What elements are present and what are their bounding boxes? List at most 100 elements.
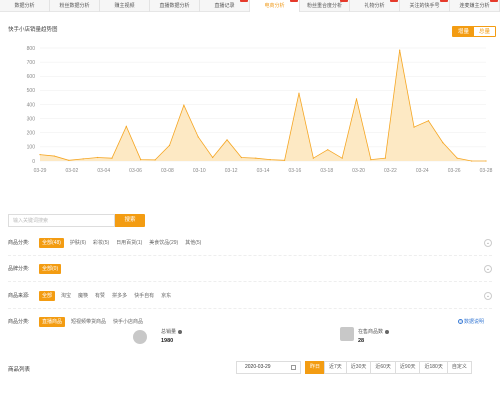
on-sale-value: 28: [358, 338, 365, 344]
data-explanation-link[interactable]: ? 数据说明: [457, 316, 484, 328]
filter-option-type[interactable]: 直播商品: [39, 317, 66, 327]
tab-4[interactable]: 直播记录: [200, 0, 250, 12]
filter-option-category[interactable]: 护肤(6): [69, 238, 87, 248]
tab-label: 赚主视频: [114, 3, 135, 9]
expand-source-icon[interactable]: ⌄: [484, 292, 492, 300]
filter-row-type: 商品分类: 直播商品 短视频带货商品 快手小店商品 ? 数据说明: [8, 316, 492, 328]
x-tick-label: 03-08: [161, 168, 174, 174]
info-icon[interactable]: [385, 329, 390, 334]
sales-point: [485, 160, 487, 162]
range-option[interactable]: 昨日: [305, 361, 326, 374]
total-sales-text: 总销量: [161, 329, 177, 335]
date-picker[interactable]: 2020-03-29: [236, 361, 301, 374]
sales-point: [427, 120, 430, 122]
filter-option-category[interactable]: 彩妆(5): [92, 238, 110, 248]
filter-options-source: 全部 淘宝 魔筷 有赞 拼多多 快手自有 京东: [39, 290, 172, 302]
expand-brand-icon[interactable]: ⌄: [484, 265, 492, 273]
product-icon: [340, 327, 354, 341]
x-tick-label: 03-06: [129, 168, 142, 174]
filter-option-category[interactable]: 全部(48): [39, 238, 64, 248]
x-tick-label: 03-22: [384, 168, 397, 174]
x-tick-label: 03-24: [416, 168, 429, 174]
data-explanation-label: 数据说明: [463, 319, 484, 325]
sales-point: [125, 125, 127, 127]
filter-option-source[interactable]: 淘宝: [60, 291, 72, 301]
y-tick-label: 100: [27, 145, 36, 151]
hot-badge: [440, 0, 448, 2]
range-option[interactable]: 自定义: [446, 361, 472, 374]
calendar-icon: [291, 365, 296, 370]
filter-row-category: 商品分类: 全部(48) 护肤(6) 彩妆(5) 日用百货(1) 美食饮品(29) 其他(…: [8, 237, 492, 249]
tab-5[interactable]: 电商分析: [250, 0, 300, 12]
x-tick-label: 03-04: [97, 168, 110, 174]
filter-option-category[interactable]: 日用百货(1): [115, 238, 143, 248]
y-tick-label: 700: [27, 60, 36, 66]
divider: [8, 255, 492, 256]
tab-label: 直播记录: [214, 3, 235, 9]
range-option[interactable]: 近30天: [345, 361, 372, 374]
filter-option-type[interactable]: 短视频带货商品: [70, 317, 107, 327]
y-tick-label: 300: [27, 116, 36, 122]
filter-label-source: 商品来源:: [8, 293, 30, 299]
sales-point: [212, 156, 214, 159]
sales-point: [39, 154, 41, 156]
range-option[interactable]: 近180天: [419, 361, 448, 374]
filter-label-category: 商品分类:: [8, 240, 30, 246]
filter-option-category[interactable]: 美食饮品(29): [148, 238, 179, 248]
filter-option-source[interactable]: 魔筷: [77, 291, 89, 301]
range-option[interactable]: 近7天: [324, 361, 347, 374]
tab-9[interactable]: 连麦嫌主分析: [450, 0, 500, 12]
range-option[interactable]: 近60天: [370, 361, 396, 374]
filter-option-source[interactable]: 快手自有: [133, 291, 155, 301]
on-sale-label: 在售商品数: [358, 328, 390, 335]
y-tick-label: 0: [32, 159, 35, 165]
tab-label: 数据分析: [14, 3, 35, 9]
expand-category-icon[interactable]: ⌄: [484, 239, 492, 247]
sales-point: [269, 158, 271, 161]
info-icon[interactable]: [178, 329, 183, 334]
x-tick-label: 03-26: [448, 168, 461, 174]
tab-3[interactable]: 直播数据分析: [150, 0, 200, 12]
sales-point: [442, 142, 444, 144]
y-tick-label: 500: [27, 88, 36, 94]
filter-option-source[interactable]: 拼多多: [111, 291, 128, 301]
toggle-total[interactable]: 总量: [473, 26, 497, 37]
sales-point: [226, 139, 228, 141]
hot-badge: [290, 0, 298, 2]
sales-point: [341, 157, 343, 159]
filter-option-category[interactable]: 其他(5): [184, 238, 202, 248]
sales-point: [327, 149, 329, 151]
range-option[interactable]: 近90天: [394, 361, 421, 374]
tab-6[interactable]: 粉丝重合度分析: [300, 0, 350, 12]
tab-2[interactable]: 赚主视频: [100, 0, 150, 12]
x-tick-label: 03-20: [352, 168, 365, 174]
search-input[interactable]: [8, 214, 115, 227]
sales-point: [154, 159, 156, 161]
tab-label: 粉丝重合度分析: [306, 3, 342, 9]
filter-option-brand[interactable]: 全部(0): [39, 264, 62, 274]
tab-label: 电商分析: [264, 3, 285, 9]
sales-point: [240, 156, 243, 159]
tab-7[interactable]: 礼物分析: [350, 0, 400, 12]
x-tick-label: 03-02: [65, 168, 78, 174]
tab-8[interactable]: 关注的快手号: [400, 0, 450, 12]
on-sale-text: 在售商品数: [358, 329, 384, 335]
filter-option-type[interactable]: 快手小店商品: [112, 317, 144, 327]
tab-0[interactable]: 数据分析: [0, 0, 50, 12]
x-tick-label: 03-28: [480, 168, 493, 174]
hot-badge: [240, 0, 248, 2]
tab-1[interactable]: 粉丝数据分析: [50, 0, 100, 12]
date-value: 2020-03-29: [245, 364, 271, 370]
sales-trend-chart: 0 100 200 300 400 500 600 700 800 03-29 03-02 03-04…: [27, 46, 493, 174]
x-tick-label: 03-12: [225, 168, 238, 174]
toggle-increment[interactable]: 增量: [452, 26, 476, 37]
filter-option-source[interactable]: 全部: [39, 291, 56, 301]
total-sales-label: 总销量: [161, 328, 183, 335]
filter-label-type: 商品分类:: [8, 319, 30, 325]
sales-icon: [133, 330, 147, 344]
tab-label: 粉丝数据分析: [59, 3, 90, 9]
search-button[interactable]: 搜索: [115, 214, 145, 227]
filter-option-source[interactable]: 京东: [160, 291, 172, 301]
filter-option-source[interactable]: 有赞: [94, 291, 106, 301]
sales-point: [96, 156, 99, 159]
